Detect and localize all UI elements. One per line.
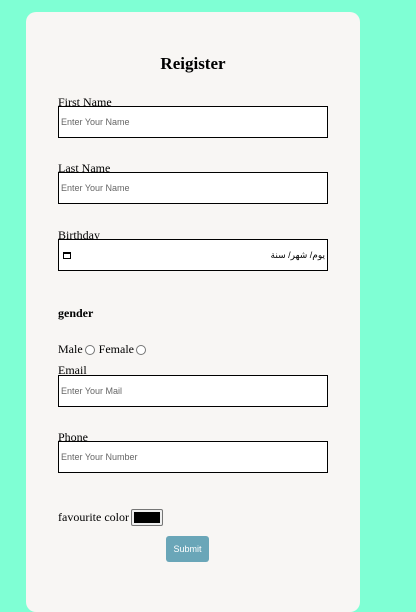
gender-radio-group: Male Female (58, 342, 150, 357)
email-placeholder: Enter Your Mail (61, 386, 123, 396)
submit-button[interactable]: Submit (166, 536, 209, 562)
birthday-input[interactable]: يوم/ شهر/ سنة (58, 239, 328, 271)
female-radio[interactable] (135, 344, 146, 355)
favourite-color-label: favourite color (58, 510, 129, 524)
birthday-placeholder: يوم/ شهر/ سنة (270, 249, 325, 260)
register-card: Reigister First Name Enter Your Name Las… (26, 12, 360, 612)
phone-input[interactable]: Enter Your Number (58, 441, 328, 473)
last-name-placeholder: Enter Your Name (61, 183, 130, 193)
male-label: Male (58, 342, 83, 356)
female-label: Female (98, 342, 134, 356)
last-name-input[interactable]: Enter Your Name (58, 172, 328, 204)
email-input[interactable]: Enter Your Mail (58, 375, 328, 407)
favourite-color-row: favourite color (58, 509, 163, 526)
first-name-placeholder: Enter Your Name (61, 117, 130, 127)
male-radio[interactable] (84, 344, 95, 355)
calendar-icon[interactable] (63, 251, 71, 259)
phone-placeholder: Enter Your Number (61, 452, 138, 462)
first-name-input[interactable]: Enter Your Name (58, 106, 328, 138)
gender-heading: gender (58, 306, 94, 320)
form-title: Reigister (160, 54, 226, 73)
color-picker[interactable] (130, 509, 163, 526)
color-picker-fill (133, 512, 160, 523)
